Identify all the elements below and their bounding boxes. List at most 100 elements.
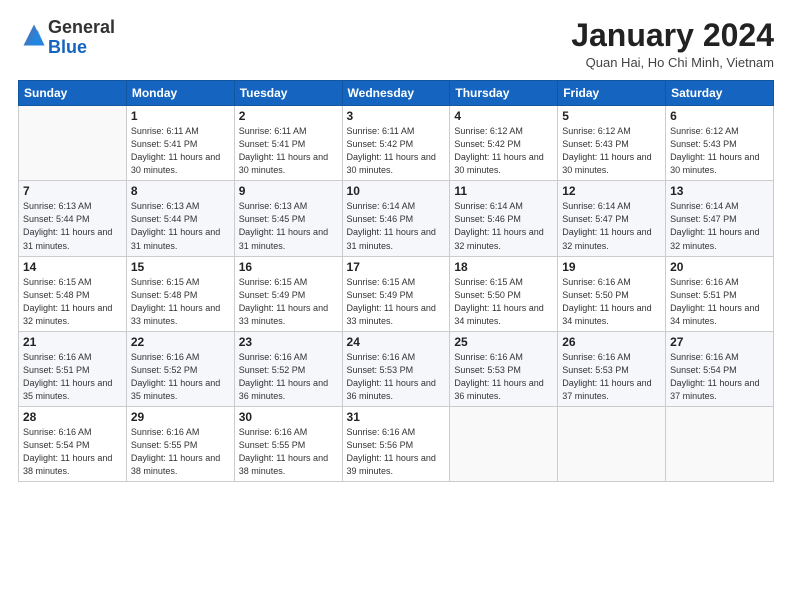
title-block: January 2024 Quan Hai, Ho Chi Minh, Viet…	[571, 18, 774, 70]
calendar-header-wednesday: Wednesday	[342, 81, 450, 106]
day-number: 17	[347, 260, 446, 274]
calendar-cell: 1Sunrise: 6:11 AM Sunset: 5:41 PM Daylig…	[126, 106, 234, 181]
day-detail: Sunrise: 6:12 AM Sunset: 5:43 PM Dayligh…	[562, 125, 661, 177]
calendar-cell: 3 Sunrise: 6:11 AM Sunset: 5:42 PM Daylig…	[342, 106, 450, 181]
calendar-cell: 19Sunrise: 6:16 AM Sunset: 5:50 PM Dayli…	[558, 256, 666, 331]
day-detail: Sunrise: 6:16 AM Sunset: 5:51 PM Dayligh…	[23, 351, 122, 403]
day-detail: Sunrise: 6:14 AM Sunset: 5:47 PM Dayligh…	[562, 200, 661, 252]
logo: General Blue	[18, 18, 115, 58]
calendar-cell: 8Sunrise: 6:13 AM Sunset: 5:44 PM Daylig…	[126, 181, 234, 256]
calendar-cell: 30 Sunrise: 6:16 AM Sunset: 5:55 PM Dayli…	[234, 406, 342, 481]
logo-general: General	[48, 17, 115, 37]
calendar-cell	[558, 406, 666, 481]
calendar-cell: 16Sunrise: 6:15 AM Sunset: 5:49 PM Dayli…	[234, 256, 342, 331]
day-detail: Sunrise: 6:15 AM Sunset: 5:48 PM Dayligh…	[23, 276, 122, 328]
calendar-header-thursday: Thursday	[450, 81, 558, 106]
calendar-cell: 23 Sunrise: 6:16 AM Sunset: 5:52 PM Dayli…	[234, 331, 342, 406]
day-detail: Sunrise: 6:16 AM Sunset: 5:51 PM Dayligh…	[670, 276, 769, 328]
day-detail: Sunrise: 6:16 AM Sunset: 5:52 PM Dayligh…	[239, 351, 338, 403]
logo-text: General Blue	[48, 18, 115, 58]
day-number: 21	[23, 335, 122, 349]
calendar-cell: 15 Sunrise: 6:15 AM Sunset: 5:48 PM Dayli…	[126, 256, 234, 331]
calendar-cell: 17Sunrise: 6:15 AM Sunset: 5:49 PM Dayli…	[342, 256, 450, 331]
location: Quan Hai, Ho Chi Minh, Vietnam	[571, 55, 774, 70]
logo-blue-text: Blue	[48, 37, 87, 57]
day-detail: Sunrise: 6:11 AM Sunset: 5:42 PM Dayligh…	[347, 125, 446, 177]
calendar-cell: 18Sunrise: 6:15 AM Sunset: 5:50 PM Dayli…	[450, 256, 558, 331]
calendar-header-row: SundayMondayTuesdayWednesdayThursdayFrid…	[19, 81, 774, 106]
calendar-header-saturday: Saturday	[666, 81, 774, 106]
day-number: 7	[23, 184, 122, 198]
calendar-week-row: 7 Sunrise: 6:13 AM Sunset: 5:44 PM Daylig…	[19, 181, 774, 256]
day-detail: Sunrise: 6:13 AM Sunset: 5:44 PM Dayligh…	[131, 200, 230, 252]
day-number: 15	[131, 260, 230, 274]
calendar-header-sunday: Sunday	[19, 81, 127, 106]
calendar-cell: 20 Sunrise: 6:16 AM Sunset: 5:51 PM Dayli…	[666, 256, 774, 331]
page: General Blue January 2024 Quan Hai, Ho C…	[0, 0, 792, 612]
day-detail: Sunrise: 6:13 AM Sunset: 5:45 PM Dayligh…	[239, 200, 338, 252]
calendar-cell: 10Sunrise: 6:14 AM Sunset: 5:46 PM Dayli…	[342, 181, 450, 256]
day-number: 5	[562, 109, 661, 123]
logo-icon	[20, 21, 48, 49]
day-detail: Sunrise: 6:16 AM Sunset: 5:53 PM Dayligh…	[562, 351, 661, 403]
day-number: 11	[454, 184, 553, 198]
day-number: 4	[454, 109, 553, 123]
day-number: 2	[239, 109, 338, 123]
day-detail: Sunrise: 6:14 AM Sunset: 5:47 PM Dayligh…	[670, 200, 769, 252]
day-detail: Sunrise: 6:16 AM Sunset: 5:55 PM Dayligh…	[239, 426, 338, 478]
day-detail: Sunrise: 6:16 AM Sunset: 5:53 PM Dayligh…	[454, 351, 553, 403]
day-number: 10	[347, 184, 446, 198]
calendar-cell: 9 Sunrise: 6:13 AM Sunset: 5:45 PM Daylig…	[234, 181, 342, 256]
day-detail: Sunrise: 6:14 AM Sunset: 5:46 PM Dayligh…	[454, 200, 553, 252]
calendar-cell: 7 Sunrise: 6:13 AM Sunset: 5:44 PM Daylig…	[19, 181, 127, 256]
calendar-cell: 22 Sunrise: 6:16 AM Sunset: 5:52 PM Dayli…	[126, 331, 234, 406]
calendar-cell: 13 Sunrise: 6:14 AM Sunset: 5:47 PM Dayli…	[666, 181, 774, 256]
calendar-cell: 27 Sunrise: 6:16 AM Sunset: 5:54 PM Dayli…	[666, 331, 774, 406]
calendar-week-row: 14Sunrise: 6:15 AM Sunset: 5:48 PM Dayli…	[19, 256, 774, 331]
day-number: 23	[239, 335, 338, 349]
calendar-cell: 28 Sunrise: 6:16 AM Sunset: 5:54 PM Dayli…	[19, 406, 127, 481]
day-number: 28	[23, 410, 122, 424]
day-number: 9	[239, 184, 338, 198]
calendar-cell: 6Sunrise: 6:12 AM Sunset: 5:43 PM Daylig…	[666, 106, 774, 181]
day-detail: Sunrise: 6:16 AM Sunset: 5:53 PM Dayligh…	[347, 351, 446, 403]
calendar-cell: 26 Sunrise: 6:16 AM Sunset: 5:53 PM Dayli…	[558, 331, 666, 406]
calendar-cell: 21 Sunrise: 6:16 AM Sunset: 5:51 PM Dayli…	[19, 331, 127, 406]
day-detail: Sunrise: 6:16 AM Sunset: 5:54 PM Dayligh…	[670, 351, 769, 403]
day-number: 31	[347, 410, 446, 424]
day-detail: Sunrise: 6:13 AM Sunset: 5:44 PM Dayligh…	[23, 200, 122, 252]
day-detail: Sunrise: 6:15 AM Sunset: 5:49 PM Dayligh…	[239, 276, 338, 328]
header: General Blue January 2024 Quan Hai, Ho C…	[18, 18, 774, 70]
day-number: 13	[670, 184, 769, 198]
day-number: 27	[670, 335, 769, 349]
day-number: 26	[562, 335, 661, 349]
calendar-table: SundayMondayTuesdayWednesdayThursdayFrid…	[18, 80, 774, 482]
day-detail: Sunrise: 6:16 AM Sunset: 5:54 PM Dayligh…	[23, 426, 122, 478]
day-detail: Sunrise: 6:16 AM Sunset: 5:52 PM Dayligh…	[131, 351, 230, 403]
day-number: 20	[670, 260, 769, 274]
day-number: 30	[239, 410, 338, 424]
calendar-cell: 24Sunrise: 6:16 AM Sunset: 5:53 PM Dayli…	[342, 331, 450, 406]
calendar-cell: 2 Sunrise: 6:11 AM Sunset: 5:41 PM Daylig…	[234, 106, 342, 181]
day-number: 29	[131, 410, 230, 424]
calendar-cell: 12 Sunrise: 6:14 AM Sunset: 5:47 PM Dayli…	[558, 181, 666, 256]
day-number: 12	[562, 184, 661, 198]
day-detail: Sunrise: 6:15 AM Sunset: 5:50 PM Dayligh…	[454, 276, 553, 328]
day-number: 6	[670, 109, 769, 123]
day-detail: Sunrise: 6:11 AM Sunset: 5:41 PM Dayligh…	[239, 125, 338, 177]
calendar-cell: 14Sunrise: 6:15 AM Sunset: 5:48 PM Dayli…	[19, 256, 127, 331]
calendar-header-tuesday: Tuesday	[234, 81, 342, 106]
calendar-header-friday: Friday	[558, 81, 666, 106]
day-number: 3	[347, 109, 446, 123]
day-detail: Sunrise: 6:16 AM Sunset: 5:55 PM Dayligh…	[131, 426, 230, 478]
day-number: 1	[131, 109, 230, 123]
calendar-cell: 11 Sunrise: 6:14 AM Sunset: 5:46 PM Dayli…	[450, 181, 558, 256]
calendar-week-row: 28 Sunrise: 6:16 AM Sunset: 5:54 PM Dayli…	[19, 406, 774, 481]
calendar-week-row: 1 Sunrise: 6:11 AM Sunset: 5:41 PM Daylig…	[19, 106, 774, 181]
day-detail: Sunrise: 6:15 AM Sunset: 5:48 PM Dayligh…	[131, 276, 230, 328]
month-title: January 2024	[571, 18, 774, 53]
calendar-cell: 25Sunrise: 6:16 AM Sunset: 5:53 PM Dayli…	[450, 331, 558, 406]
calendar-cell	[450, 406, 558, 481]
day-number: 22	[131, 335, 230, 349]
calendar-cell: 29 Sunrise: 6:16 AM Sunset: 5:55 PM Dayli…	[126, 406, 234, 481]
